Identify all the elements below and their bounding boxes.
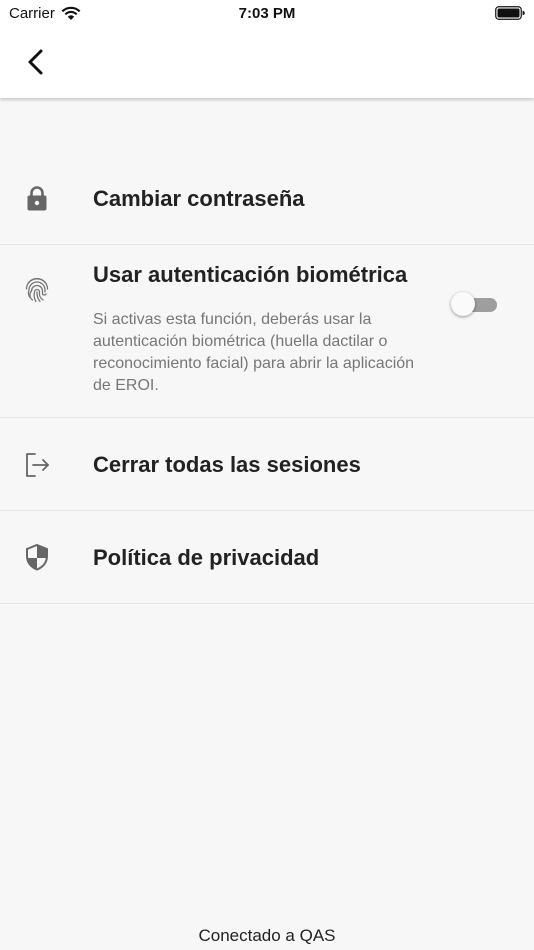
settings-list: Cambiar contraseña Usar autenticación bi…: [0, 152, 534, 604]
biometric-toggle[interactable]: [451, 291, 497, 317]
shield-icon: [26, 543, 48, 571]
privacy-policy-title: Política de privacidad: [93, 545, 320, 570]
logout-all-title: Cerrar todas las sesiones: [93, 452, 361, 477]
logout-all-row[interactable]: Cerrar todas las sesiones: [0, 418, 534, 511]
chevron-left-icon: [28, 49, 43, 75]
back-button[interactable]: [20, 46, 52, 78]
battery-icon: [495, 6, 525, 20]
status-time: 7:03 PM: [238, 5, 296, 22]
fingerprint-icon: [25, 277, 49, 303]
biometric-row: Usar autenticación biométrica Si activas…: [0, 245, 534, 418]
lock-icon: [27, 186, 47, 211]
privacy-policy-row[interactable]: Política de privacidad: [0, 511, 534, 604]
navigation-bar: [0, 28, 534, 98]
biometric-description: Si activas esta función, deberás usar la…: [93, 311, 415, 394]
biometric-title: Usar autenticación biométrica: [93, 262, 408, 287]
toggle-thumb: [451, 292, 475, 316]
change-password-row[interactable]: Cambiar contraseña: [0, 152, 534, 245]
status-bar: Carrier 7:03 PM: [0, 0, 534, 28]
connection-status: Conectado a QAS: [198, 926, 336, 945]
logout-icon: [26, 453, 49, 477]
change-password-title: Cambiar contraseña: [93, 186, 305, 211]
